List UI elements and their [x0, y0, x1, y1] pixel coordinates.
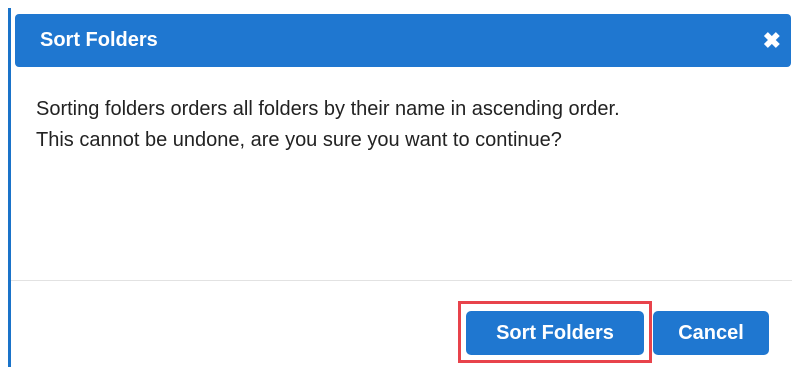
dialog-title: Sort Folders	[40, 29, 158, 51]
message-line-1: Sorting folders orders all folders by th…	[36, 98, 620, 120]
sort-folders-dialog: Sort Folders ✖ Sorting folders orders al…	[8, 8, 792, 367]
message-line-2: This cannot be undone, are you sure you …	[36, 129, 562, 151]
cancel-button[interactable]: Cancel	[653, 311, 769, 355]
dialog-header: Sort Folders ✖	[15, 14, 791, 67]
sort-folders-button[interactable]: Sort Folders	[466, 311, 644, 355]
close-icon[interactable]: ✖	[763, 14, 781, 67]
dialog-message: Sorting folders orders all folders by th…	[36, 94, 776, 156]
footer-divider	[11, 280, 792, 281]
